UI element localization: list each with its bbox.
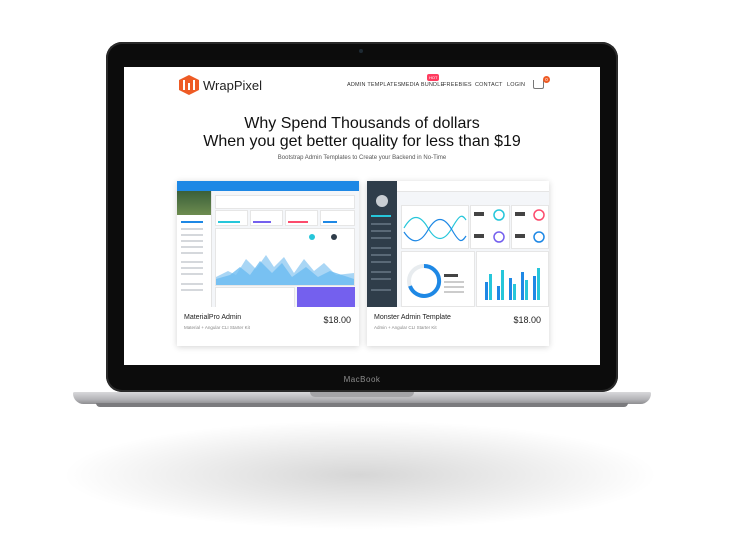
preview-topbar [397, 181, 549, 192]
preview-line [181, 234, 203, 236]
preview-line [371, 215, 391, 217]
product-price: $18.00 [323, 315, 351, 325]
preview-stat-box [215, 210, 248, 226]
nav-login[interactable]: LOGIN [507, 82, 525, 88]
product-desc: Material + Angular CLI Starter Kit [184, 325, 250, 330]
preview-line [371, 223, 391, 225]
preview-stat-grid [470, 205, 510, 249]
preview-line [371, 278, 391, 280]
preview-line [181, 289, 203, 291]
preview-line [181, 246, 203, 248]
laptop-screen: WrapPixel ADMIN TEMPLATES MEDIA BUNDLE H… [124, 67, 600, 365]
preview-avatar [376, 195, 388, 207]
hero-title-line-1: Why Spend Thousands of dollars [244, 115, 480, 132]
preview-line [181, 283, 203, 285]
preview-line [181, 240, 203, 242]
laptop-lid: WrapPixel ADMIN TEMPLATES MEDIA BUNDLE H… [106, 42, 618, 392]
preview-line [371, 237, 391, 239]
product-card-monster[interactable]: Monster Admin Template Admin + Angular C… [367, 181, 549, 346]
nav-freebies[interactable]: FREEBIES [443, 82, 472, 88]
preview-bottom-box [215, 287, 295, 307]
preview-stat-grid [511, 205, 549, 249]
preview-line [371, 271, 391, 273]
monster-preview-image[interactable] [367, 181, 549, 307]
hero-subtitle: Bootstrap Admin Templates to Create your… [277, 155, 447, 161]
product-card-materialpro[interactable]: MaterialPro Admin Material + Angular CLI… [177, 181, 359, 346]
device-brand-label: MacBook [343, 375, 381, 384]
hot-badge: HOT [427, 74, 440, 81]
product-price: $18.00 [513, 315, 541, 325]
preview-stat-box [320, 210, 355, 226]
product-desc: Admin + Angular CLI Starter Kit [374, 325, 437, 330]
preview-purple-box [297, 287, 355, 307]
preview-bar-chart [476, 251, 549, 307]
hero-title: Why Spend Thousands of dollars When you … [124, 115, 600, 151]
preview-line [181, 252, 203, 254]
preview-line [371, 254, 391, 256]
logo-text[interactable]: WrapPixel [203, 78, 262, 93]
preview-line [181, 267, 203, 269]
preview-wave-chart [401, 205, 469, 249]
preview-stat-box [285, 210, 318, 226]
preview-line [181, 228, 203, 230]
product-name[interactable]: MaterialPro Admin [184, 314, 241, 321]
preview-line [181, 273, 203, 275]
preview-header-box [215, 195, 355, 209]
hero-title-line-2: When you get better quality for less tha… [203, 133, 521, 150]
laptop-shadow [60, 420, 660, 530]
preview-topbar [177, 181, 359, 191]
preview-profile-photo [177, 191, 211, 215]
preview-line [371, 289, 391, 291]
nav-media-bundle[interactable]: MEDIA BUNDLE [401, 82, 444, 88]
preview-donut-chart [401, 251, 475, 307]
preview-sidebar [177, 191, 212, 307]
preview-line [371, 247, 391, 249]
preview-stat-box [250, 210, 283, 226]
product-name[interactable]: Monster Admin Template [374, 314, 451, 321]
preview-line [181, 221, 203, 223]
preview-area-chart [215, 228, 355, 286]
webcam [359, 49, 363, 53]
preview-line [371, 261, 391, 263]
wrappixel-logo-icon[interactable] [179, 75, 199, 95]
cart-count-badge: 0 [543, 76, 550, 83]
laptop-base-underside [96, 403, 628, 407]
nav-admin-templates[interactable]: ADMIN TEMPLATES [347, 82, 401, 88]
preview-dark-sidebar [367, 181, 397, 307]
cart-icon[interactable] [533, 80, 544, 89]
preview-line [181, 261, 203, 263]
laptop-notch [310, 392, 414, 397]
nav-contact[interactable]: CONTACT [475, 82, 503, 88]
preview-line [371, 230, 391, 232]
materialpro-preview-image[interactable] [177, 181, 359, 307]
site-navbar: WrapPixel ADMIN TEMPLATES MEDIA BUNDLE H… [124, 67, 600, 103]
